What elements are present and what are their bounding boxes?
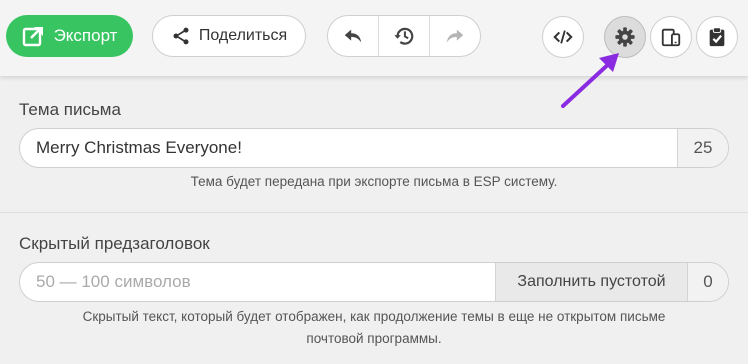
preheader-label: Скрытый предзаголовок — [19, 234, 210, 253]
code-icon — [553, 30, 573, 44]
export-button[interactable]: Экспорт — [6, 15, 133, 57]
preheader-char-count: 0 — [687, 263, 728, 301]
subject-char-count: 25 — [677, 129, 728, 167]
subject-section: Тема письма Merry Christmas Everyone! 25… — [0, 76, 748, 211]
export-label: Экспорт — [53, 26, 118, 45]
preheader-input[interactable]: 50 — 100 символов — [20, 263, 495, 301]
gear-icon — [615, 27, 635, 47]
toolbar: Экспорт Поделиться — [0, 0, 748, 76]
history-group — [327, 15, 481, 57]
redo-button[interactable] — [430, 16, 480, 56]
subject-label: Тема письма — [19, 100, 121, 119]
preheader-section: Скрытый предзаголовок 50 — 100 символов … — [0, 212, 748, 364]
redo-icon — [446, 29, 464, 43]
subject-field: Merry Christmas Everyone! 25 — [19, 128, 729, 168]
share-label: Поделиться — [198, 27, 288, 44]
export-icon — [22, 27, 43, 47]
devices-icon — [661, 28, 681, 47]
preheader-field: 50 — 100 символов Заполнить пустотой 0 — [19, 262, 729, 302]
preheader-hint: Скрытый текст, который будет отображен, … — [19, 306, 729, 350]
pointer-arrow — [561, 53, 619, 108]
devices-button[interactable] — [650, 16, 692, 58]
preheader-hint-line2: почтовой программы. — [306, 331, 442, 346]
clipboard-check-icon — [709, 27, 725, 47]
undo-icon — [344, 29, 362, 43]
share-icon — [173, 27, 189, 45]
history-icon — [394, 27, 414, 45]
clipboard-button[interactable] — [696, 16, 738, 58]
subject-input[interactable]: Merry Christmas Everyone! — [20, 129, 677, 167]
undo-button[interactable] — [328, 16, 379, 56]
share-button[interactable]: Поделиться — [152, 15, 306, 57]
fill-empty-button[interactable]: Заполнить пустотой — [495, 263, 687, 301]
preheader-hint-line1: Скрытый текст, который будет отображен, … — [82, 309, 666, 324]
history-button[interactable] — [379, 16, 430, 56]
subject-hint: Тема будет передана при экспорте письма … — [190, 174, 558, 189]
